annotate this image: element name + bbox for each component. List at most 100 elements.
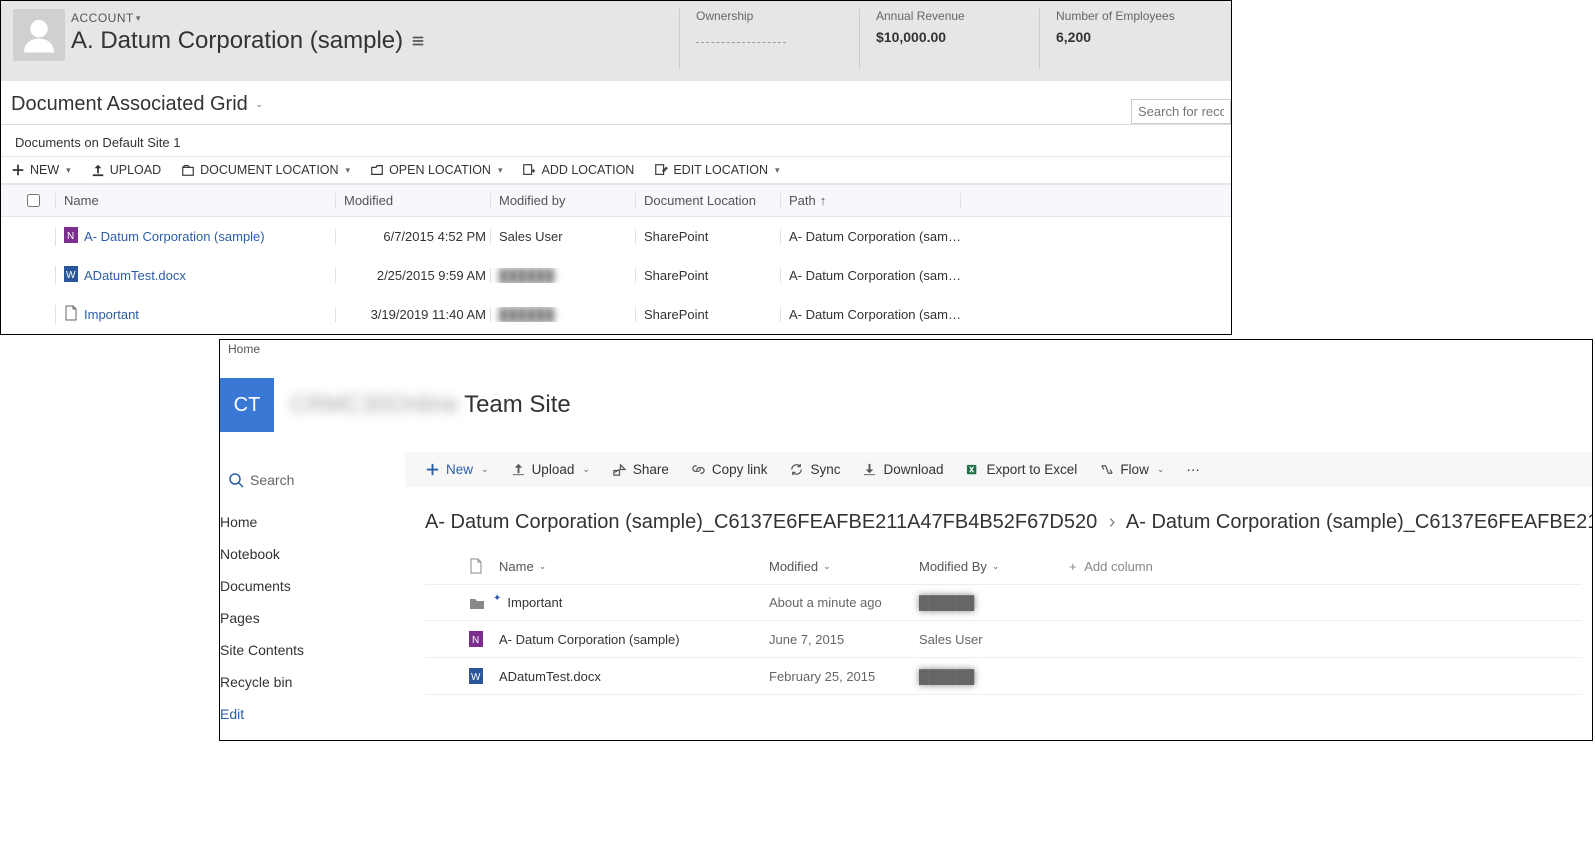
- table-row[interactable]: WADatumTest.docx 2/25/2015 9:59 AM █████…: [1, 256, 1231, 295]
- entity-type-dropdown[interactable]: ACCOUNT▾: [71, 9, 141, 27]
- summary-employees: Number of Employees 6,200: [1039, 9, 1219, 69]
- cell-location: SharePoint: [635, 229, 780, 244]
- cell-modified: 6/7/2015 4:52 PM: [335, 229, 490, 244]
- col-name[interactable]: Name: [55, 193, 335, 208]
- site-title: Team Site: [464, 391, 571, 419]
- sharepoint-pane: Home CT CRMC30Online Team Site Search Ho…: [219, 339, 1593, 741]
- sp-flow-button[interactable]: Flow⌄: [1099, 462, 1164, 477]
- sp-col-modified[interactable]: Modified⌄: [769, 559, 919, 574]
- add-location-button[interactable]: ADD LOCATION: [522, 163, 634, 177]
- crumb-a[interactable]: A- Datum Corporation (sample)_C6137E6FEA…: [425, 511, 1097, 533]
- account-name: A. Datum Corporation (sample): [71, 27, 679, 55]
- file-link[interactable]: Important: [64, 305, 139, 324]
- summary-ownership: Ownership: [679, 9, 859, 69]
- sp-file-name[interactable]: ADatumTest.docx: [499, 669, 769, 684]
- grid-toolbar: NEW▾ UPLOAD DOCUMENT LOCATION▾ OPEN LOCA…: [1, 157, 1231, 184]
- sp-sync-button[interactable]: Sync: [789, 462, 840, 477]
- sp-search[interactable]: Search: [220, 462, 405, 506]
- document-location-button[interactable]: DOCUMENT LOCATION▾: [181, 163, 350, 177]
- search-input[interactable]: [1131, 99, 1231, 124]
- sp-cell-modified: June 7, 2015: [769, 632, 919, 647]
- summary-revenue: Annual Revenue $10,000.00: [859, 9, 1039, 69]
- caret-down-icon: ⌄: [255, 99, 263, 110]
- nav-item[interactable]: Documents: [220, 570, 405, 602]
- nav-item[interactable]: Site Contents: [220, 634, 405, 666]
- sort-asc-icon: ↑: [820, 193, 827, 208]
- word-icon: W: [64, 266, 78, 285]
- nav-edit-link[interactable]: Edit: [220, 698, 405, 730]
- grid-title-dropdown[interactable]: Document Associated Grid ⌄: [1, 81, 1231, 125]
- svg-text:N: N: [67, 231, 74, 242]
- sp-upload-button[interactable]: Upload⌄: [511, 462, 590, 477]
- breadcrumb-home[interactable]: Home: [220, 340, 1592, 358]
- sp-left-nav: Search HomeNotebookDocumentsPagesSite Co…: [220, 452, 405, 740]
- account-header: ACCOUNT▾ A. Datum Corporation (sample) O…: [1, 1, 1231, 81]
- open-location-button[interactable]: OPEN LOCATION▾: [370, 163, 502, 177]
- sp-cell-modified: About a minute ago: [769, 595, 919, 610]
- sp-excel-button[interactable]: Export to Excel: [966, 462, 1078, 477]
- cell-modified-by: Sales User: [490, 229, 635, 244]
- sp-add-column[interactable]: + Add column: [1069, 559, 1153, 574]
- file-icon: [469, 558, 483, 574]
- col-modified-by[interactable]: Modified by: [490, 193, 635, 208]
- nav-item[interactable]: Pages: [220, 602, 405, 634]
- sp-copylink-button[interactable]: Copy link: [691, 462, 768, 477]
- search-icon: [228, 472, 244, 488]
- col-modified[interactable]: Modified: [335, 193, 490, 208]
- new-button[interactable]: NEW▾: [11, 163, 71, 177]
- svg-text:N: N: [472, 635, 479, 646]
- sp-breadcrumb: A- Datum Corporation (sample)_C6137E6FEA…: [405, 487, 1592, 552]
- chevron-right-icon: ›: [1109, 511, 1116, 533]
- nav-item[interactable]: Notebook: [220, 538, 405, 570]
- onenote-icon: N: [469, 631, 499, 647]
- cell-path: A- Datum Corporation (sam…: [780, 307, 960, 322]
- col-location[interactable]: Document Location: [635, 193, 780, 208]
- sp-download-button[interactable]: Download: [862, 462, 943, 477]
- sp-file-name[interactable]: A- Datum Corporation (sample): [499, 632, 769, 647]
- col-path[interactable]: Path↑: [780, 193, 960, 208]
- sp-list-row[interactable]: ✦Important About a minute ago ██████: [425, 584, 1582, 620]
- file-link[interactable]: WADatumTest.docx: [64, 266, 186, 285]
- select-all-checkbox[interactable]: [27, 194, 40, 207]
- sp-share-button[interactable]: Share: [612, 462, 669, 477]
- sp-new-button[interactable]: New⌄: [425, 462, 489, 477]
- sp-header: CT CRMC30Online Team Site: [220, 358, 1592, 452]
- sp-file-name[interactable]: ✦Important: [499, 595, 769, 610]
- grid-subtitle: Documents on Default Site 1: [1, 125, 1231, 157]
- upload-button[interactable]: UPLOAD: [91, 163, 161, 177]
- caret-down-icon: ▾: [136, 13, 141, 24]
- site-logo: CT: [220, 378, 274, 432]
- cell-modified-by: ██████: [490, 307, 635, 322]
- sp-col-modified-by[interactable]: Modified By⌄: [919, 559, 1069, 574]
- cell-location: SharePoint: [635, 307, 780, 322]
- nav-item[interactable]: Home: [220, 506, 405, 538]
- svg-text:W: W: [471, 672, 481, 683]
- cell-location: SharePoint: [635, 268, 780, 283]
- sp-cell-modified: February 25, 2015: [769, 669, 919, 684]
- sp-list-row[interactable]: W ADatumTest.docx February 25, 2015 ████…: [425, 657, 1582, 695]
- sp-list-row[interactable]: N A- Datum Corporation (sample) June 7, …: [425, 620, 1582, 657]
- cell-path: A- Datum Corporation (sam…: [780, 268, 960, 283]
- cell-modified: 2/25/2015 9:59 AM: [335, 268, 490, 283]
- grid-header-row: Name Modified Modified by Document Locat…: [1, 184, 1231, 217]
- table-row[interactable]: Important 3/19/2019 11:40 AM ██████ Shar…: [1, 295, 1231, 334]
- file-link[interactable]: NA- Datum Corporation (sample): [64, 227, 265, 246]
- sp-toolbar: New⌄ Upload⌄ Share Copy link Sync Downlo…: [405, 452, 1592, 487]
- word-icon: W: [469, 668, 499, 684]
- sp-cell-by: Sales User: [919, 632, 1069, 647]
- crumb-b: A- Datum Corporation (sample)_C6137E6FEA…: [1126, 511, 1592, 533]
- list-icon: [411, 34, 425, 48]
- sp-col-name[interactable]: Name⌄: [499, 559, 769, 574]
- crm-document-pane: ACCOUNT▾ A. Datum Corporation (sample) O…: [0, 0, 1232, 335]
- sp-header-row: Name⌄ Modified⌄ Modified By⌄ + Add colum…: [425, 552, 1582, 584]
- edit-location-button[interactable]: EDIT LOCATION▾: [654, 163, 779, 177]
- cell-modified: 3/19/2019 11:40 AM: [335, 307, 490, 322]
- svg-text:W: W: [66, 270, 76, 281]
- table-row[interactable]: NA- Datum Corporation (sample) 6/7/2015 …: [1, 217, 1231, 256]
- cell-modified-by: ██████: [490, 268, 635, 283]
- sp-more-button[interactable]: ···: [1186, 462, 1200, 477]
- nav-item[interactable]: Recycle bin: [220, 666, 405, 698]
- account-avatar: [13, 9, 65, 61]
- site-name-redacted: CRMC30Online: [290, 391, 458, 419]
- onenote-icon: N: [64, 227, 78, 246]
